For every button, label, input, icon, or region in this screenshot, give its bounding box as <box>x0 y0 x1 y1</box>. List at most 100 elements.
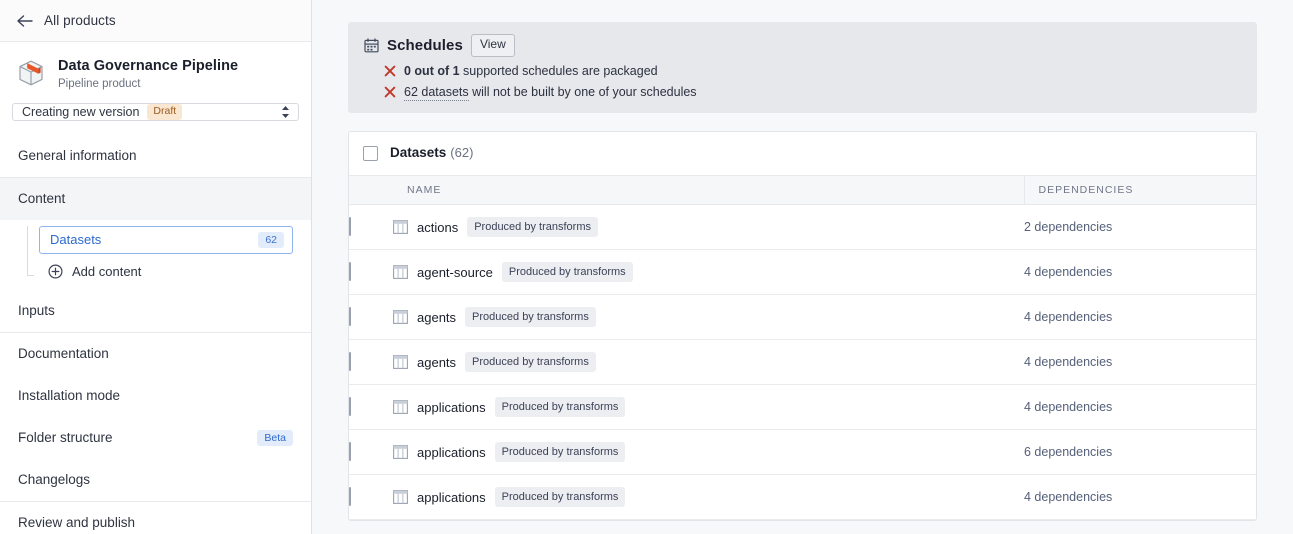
table-row[interactable]: applications Produced by transforms 4 de… <box>349 384 1256 431</box>
sidebar: All products Data Governance Pipeline Pi… <box>0 0 312 534</box>
row-checkbox[interactable] <box>349 397 351 417</box>
table-body: actions Produced by transforms 2 depende… <box>349 204 1256 521</box>
sidebar-item-general-information[interactable]: General information <box>0 135 311 177</box>
version-select[interactable]: Creating new version Draft <box>12 102 299 121</box>
product-subtitle: Pipeline product <box>58 77 141 90</box>
sidebar-item-label: Folder structure <box>18 430 113 446</box>
row-name-cell: agent-source Produced by transforms <box>393 249 1024 296</box>
row-checkbox[interactable] <box>349 442 351 462</box>
back-to-all-products[interactable]: All products <box>0 0 311 42</box>
supported-schedules-count: 0 out of 1 <box>404 63 460 78</box>
back-label: All products <box>44 13 116 28</box>
dataset-table-icon <box>393 400 408 415</box>
panel-title: Datasets <box>390 145 447 161</box>
view-schedules-button[interactable]: View <box>470 34 515 57</box>
panel-count: (62) <box>450 145 474 161</box>
row-checkbox-cell <box>349 249 393 296</box>
schedules-banner: Schedules View 0 out of 1 supported sche… <box>348 22 1257 113</box>
tree-connector <box>27 225 34 276</box>
schedules-banner-header: Schedules View <box>364 34 1241 57</box>
sidebar-item-datasets[interactable]: Datasets 62 <box>39 225 293 254</box>
dataset-table-icon <box>393 490 408 505</box>
sidebar-item-label: Datasets <box>50 232 102 248</box>
sidebar-item-installation-mode[interactable]: Installation mode <box>0 375 311 417</box>
sidebar-item-label: Installation mode <box>18 388 121 404</box>
dataset-name: agent-source <box>417 264 493 280</box>
column-checkbox <box>349 175 393 206</box>
datasets-panel-header: Datasets (62) <box>349 132 1256 176</box>
sidebar-item-label: Inputs <box>18 303 55 319</box>
dataset-table-icon <box>393 220 408 235</box>
table-row[interactable]: agents Produced by transforms 4 dependen… <box>349 339 1256 386</box>
sidebar-item-label: Content <box>18 191 66 207</box>
sidebar-item-review-and-publish[interactable]: Review and publish <box>0 502 311 534</box>
dataset-origin-tag: Produced by transforms <box>467 217 598 237</box>
table-row[interactable]: agent-source Produced by transforms 4 de… <box>349 249 1256 296</box>
datasets-tooltip-trigger[interactable]: 62 datasets <box>404 84 469 101</box>
row-checkbox[interactable] <box>349 352 351 372</box>
dataset-name: applications <box>417 444 486 460</box>
version-select-label: Creating new version <box>22 104 140 119</box>
row-dependencies-cell: 2 dependencies <box>1024 204 1256 251</box>
column-dependencies[interactable]: DEPENDENCIES <box>1023 175 1256 206</box>
column-name[interactable]: NAME <box>393 175 1024 206</box>
datasets-panel: Datasets (62) NAME DEPENDENCIES actions … <box>348 130 1257 522</box>
row-checkbox-cell <box>349 294 393 341</box>
dataset-table-icon <box>393 265 408 280</box>
sidebar-item-folder-structure[interactable]: Folder structure Beta <box>0 417 311 459</box>
row-checkbox[interactable] <box>349 262 351 282</box>
sidebar-item-content[interactable]: Content <box>0 177 311 220</box>
row-checkbox[interactable] <box>349 487 351 507</box>
dataset-name: agents <box>417 354 457 370</box>
dataset-origin-tag: Produced by transforms <box>465 307 596 327</box>
row-dependencies-cell: 4 dependencies <box>1024 384 1256 431</box>
dataset-name: applications <box>417 489 486 505</box>
table-header-row: NAME DEPENDENCIES <box>349 175 1256 206</box>
dataset-table-icon <box>393 310 408 325</box>
add-content-button[interactable]: Add content <box>26 254 311 290</box>
dataset-table-icon <box>393 445 408 460</box>
table-header: NAME DEPENDENCIES <box>349 175 1256 206</box>
message-text: 0 out of 1 supported schedules are packa… <box>404 64 658 78</box>
content-children: Datasets 62 Add content <box>0 225 311 290</box>
row-checkbox[interactable] <box>349 217 351 237</box>
x-error-icon <box>384 65 396 77</box>
dataset-origin-tag: Produced by transforms <box>494 442 626 462</box>
sidebar-item-label: Review and publish <box>18 515 136 531</box>
product-title: Data Governance Pipeline <box>58 58 239 74</box>
table-row[interactable]: applications Produced by transforms 4 de… <box>349 474 1256 521</box>
row-dependencies-cell: 6 dependencies <box>1024 429 1256 476</box>
dataset-origin-tag: Produced by transforms <box>501 262 633 282</box>
package-box-icon <box>16 58 46 88</box>
dataset-name: agents <box>417 309 457 325</box>
table-row[interactable]: agents Produced by transforms 4 dependen… <box>349 294 1256 341</box>
schedule-message-not-built: 62 datasets will not be built by one of … <box>364 84 1241 101</box>
add-content-label: Add content <box>72 264 142 280</box>
arrow-left-icon <box>16 12 34 30</box>
row-name-cell: agents Produced by transforms <box>393 339 1024 386</box>
row-dependencies-cell: 4 dependencies <box>1024 294 1256 341</box>
row-checkbox[interactable] <box>349 307 351 327</box>
sidebar-item-label: General information <box>18 148 137 164</box>
table-row[interactable]: applications Produced by transforms 6 de… <box>349 429 1256 476</box>
table-row[interactable]: actions Produced by transforms 2 depende… <box>349 204 1256 251</box>
sidebar-item-changelogs[interactable]: Changelogs <box>0 459 311 501</box>
banner-title: Schedules <box>387 36 463 54</box>
chevron-up-down-icon <box>280 105 290 119</box>
row-checkbox-cell <box>349 384 393 431</box>
row-dependencies-cell: 4 dependencies <box>1024 474 1256 521</box>
dataset-origin-tag: Produced by transforms <box>494 487 626 507</box>
select-all-checkbox[interactable] <box>363 145 378 161</box>
x-error-icon <box>384 86 396 98</box>
sidebar-nav: General information Content Datasets 62 <box>0 135 311 534</box>
sidebar-item-inputs[interactable]: Inputs <box>0 290 311 332</box>
row-dependencies-cell: 4 dependencies <box>1024 249 1256 296</box>
calendar-icon <box>364 38 379 53</box>
row-name-cell: applications Produced by transforms <box>393 474 1024 521</box>
sidebar-item-label: Changelogs <box>18 472 91 488</box>
app-root: All products Data Governance Pipeline Pi… <box>0 0 1293 534</box>
row-dependencies-cell: 4 dependencies <box>1024 339 1256 386</box>
sidebar-item-documentation[interactable]: Documentation <box>0 333 311 375</box>
dataset-table-icon <box>393 355 408 370</box>
dataset-name: actions <box>417 219 459 235</box>
